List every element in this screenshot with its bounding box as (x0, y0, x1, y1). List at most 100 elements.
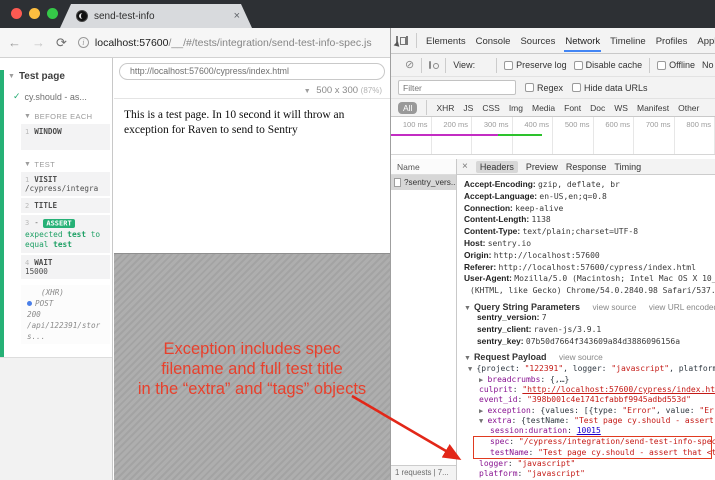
window-minimize-button[interactable] (29, 8, 40, 19)
filter-input[interactable] (398, 80, 516, 95)
url-host: localhost:57600 (95, 37, 169, 49)
tab-close-icon[interactable]: × (234, 10, 240, 22)
checkbox-icon[interactable] (525, 83, 534, 92)
payload-row-logger: logger: "javascript" (464, 459, 715, 469)
regex-checkbox[interactable]: Regex (525, 83, 563, 93)
back-icon[interactable]: ← (8, 35, 21, 50)
address-bar[interactable]: localhost:57600/__/#/tests/integration/s… (95, 37, 372, 49)
type-filter-xhr[interactable]: XHR (436, 103, 454, 113)
tab-sources[interactable]: Sources (519, 30, 556, 52)
window-zoom-button[interactable] (47, 8, 58, 19)
filter-row: Regex Hide data URLs (391, 77, 715, 99)
headers-content: Accept-Encoding: gzip, deflate, br Accep… (457, 175, 715, 480)
payload-row-breadcrumbs[interactable]: ▶ breadcrumbs: {,…} (464, 375, 715, 385)
tab-profiles[interactable]: Profiles (655, 30, 689, 52)
payload-row-extra[interactable]: ▼ extra: {testName: "Test page cy.should… (464, 416, 715, 426)
tab-response[interactable]: Response (566, 162, 607, 172)
network-overview-timeline[interactable]: 100 ms 200 ms 300 ms 400 ms 500 ms 600 m… (391, 117, 715, 155)
request-payload-section[interactable]: ▼Request Payload view source (464, 352, 715, 362)
assert-badge: ASSERT (43, 219, 74, 228)
screenshot-capture-icon[interactable] (429, 61, 431, 69)
throttling-select[interactable]: No t (702, 60, 715, 70)
forward-icon[interactable]: → (32, 35, 45, 50)
view-url-encoded-link[interactable]: view URL encoded (649, 302, 715, 312)
checkbox-icon[interactable] (572, 83, 581, 92)
type-filter-other[interactable]: Other (678, 103, 699, 113)
payload-row-spec: spec: "/cypress/integration/send-test-in… (474, 437, 711, 447)
offline-checkbox[interactable]: Offline (657, 60, 695, 70)
view-source-link[interactable]: view source (593, 302, 637, 312)
type-filter-all[interactable]: All (398, 102, 417, 114)
before-each-section[interactable]: ▼ BEFORE EACH (24, 112, 112, 121)
reload-icon[interactable]: ⟳ (56, 35, 67, 51)
type-filter-manifest[interactable]: Manifest (637, 103, 669, 113)
tab-timing[interactable]: Timing (614, 162, 641, 172)
checkbox-icon[interactable] (574, 61, 583, 70)
clear-icon[interactable]: ⊘ (405, 61, 414, 70)
type-filter-media[interactable]: Media (532, 103, 555, 113)
viewport-size[interactable]: ▼ 500 x 300 (87%) (304, 85, 382, 96)
header-row: Accept-Encoding: gzip, deflate, br (464, 179, 715, 191)
command-visit[interactable]: 1VISIT /cypress/integra (21, 172, 110, 196)
tab-network[interactable]: Network (564, 30, 601, 52)
collapse-caret-icon[interactable]: ▼ (24, 161, 31, 168)
preserve-log-checkbox[interactable]: Preserve log (504, 60, 567, 70)
tick-label: 500 ms (553, 117, 594, 154)
request-row-selected[interactable]: ?sentry_vers... (391, 175, 456, 190)
type-filter-js[interactable]: JS (463, 103, 473, 113)
command-wait[interactable]: 4WAIT 15000 (21, 255, 110, 279)
payload-row-session-duration: session:duration: 10015 (464, 426, 715, 436)
view-source-link[interactable]: view source (559, 352, 603, 362)
tab-preview[interactable]: Preview (526, 162, 558, 172)
command-assert[interactable]: 3- ASSERT expected test to equal test (21, 215, 110, 253)
test-title[interactable]: ✓ cy.should - as... (13, 91, 112, 102)
tab-application[interactable]: Application (696, 30, 715, 52)
browser-tab[interactable]: send-test-info × (60, 4, 252, 28)
suite-title[interactable]: ▼ Test page (8, 71, 112, 82)
header-row: User-Agent: Mozilla/5.0 (Macintosh; Inte… (464, 273, 715, 285)
viewport-caret-icon[interactable]: ▼ (304, 88, 311, 95)
test-section[interactable]: ▼ TEST (24, 160, 112, 169)
type-filter-doc[interactable]: Doc (590, 103, 605, 113)
close-details-icon[interactable]: × (462, 161, 468, 172)
command-title[interactable]: 2TITLE (21, 198, 110, 213)
xhr-pending-dot-icon (27, 301, 32, 306)
type-filter-img[interactable]: Img (509, 103, 523, 113)
command-window[interactable]: 1WINDOW (21, 124, 110, 150)
type-filter-font[interactable]: Font (564, 103, 581, 113)
inspect-element-icon[interactable] (396, 36, 398, 46)
xhr-url: /api/122391/stor (27, 320, 108, 331)
collapse-caret-icon[interactable]: ▼ (464, 355, 471, 362)
payload-row-exception[interactable]: ▶ exception: {values: [{type: "Error", v… (464, 406, 715, 416)
type-filter-ws[interactable]: WS (614, 103, 628, 113)
collapse-caret-icon[interactable]: ▼ (8, 73, 15, 80)
tab-console[interactable]: Console (475, 30, 512, 52)
collapse-caret-icon[interactable]: ▼ (464, 305, 471, 312)
header-row: Accept-Language: en-US,en;q=0.8 (464, 191, 715, 203)
command-xhr-request[interactable]: (XHR) POST 200 /api/122391/stor s... (21, 285, 110, 344)
command-number: 1 (25, 128, 29, 136)
disable-cache-checkbox[interactable]: Disable cache (574, 60, 643, 70)
payload-root-row[interactable]: ▼ {project: "122391", logger: "javascrip… (464, 364, 715, 374)
reporter-empty-area (0, 357, 112, 480)
device-toolbar-icon[interactable] (406, 36, 408, 45)
type-filter-css[interactable]: CSS (482, 103, 499, 113)
tab-elements[interactable]: Elements (425, 30, 467, 52)
window-close-button[interactable] (11, 8, 22, 19)
command-name: WAIT (34, 258, 52, 267)
hide-data-urls-checkbox[interactable]: Hide data URLs (572, 83, 648, 93)
viewport-dimensions: 500 x 300 (316, 85, 358, 96)
checkbox-icon[interactable] (657, 61, 666, 70)
query-string-section[interactable]: ▼Query String Parameters view source vie… (464, 302, 715, 312)
page-info-icon[interactable]: i (78, 37, 89, 48)
collapse-caret-icon[interactable]: ▼ (24, 113, 31, 120)
tab-headers[interactable]: Headers (476, 161, 518, 173)
tab-title: send-test-info (94, 11, 228, 22)
command-name: VISIT (34, 175, 57, 184)
aut-url-field[interactable]: http://localhost:57600/cypress/index.htm… (119, 63, 385, 80)
name-column-header[interactable]: Name (391, 159, 456, 175)
checkbox-icon[interactable] (504, 61, 513, 70)
tab-strip: send-test-info × (0, 0, 715, 28)
suite-title-label: Test page (19, 71, 65, 82)
tab-timeline[interactable]: Timeline (609, 30, 647, 52)
